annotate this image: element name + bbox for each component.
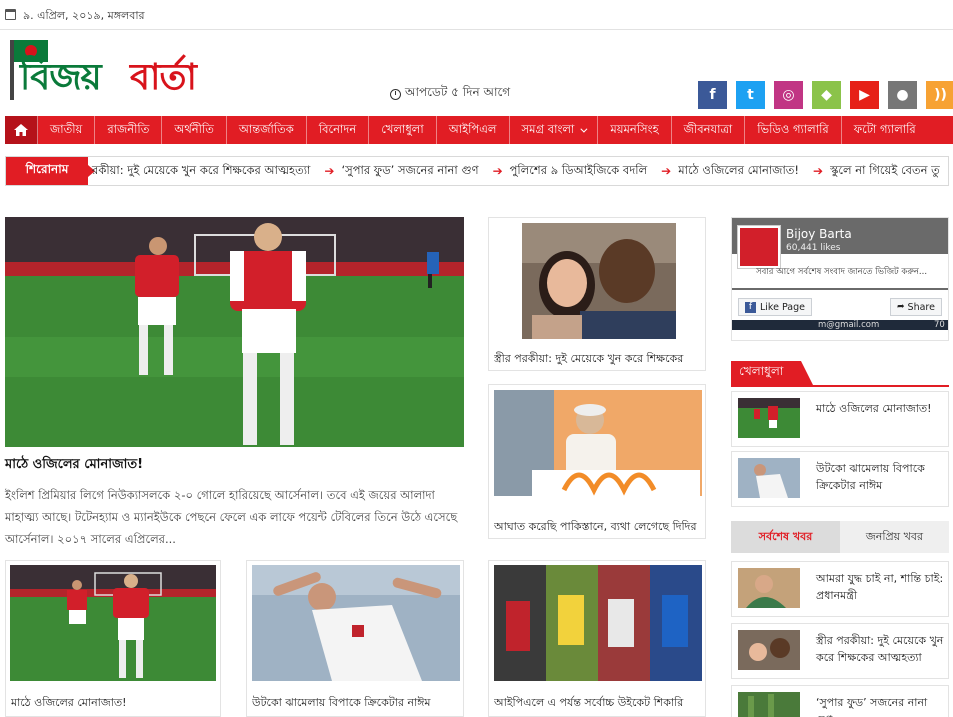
tab-popular[interactable]: জনপ্রিয় খবর xyxy=(840,521,949,553)
news-card[interactable]: উটকো ঝামেলায় বিপাকে ক্রিকেটার নাঈম xyxy=(246,560,464,717)
nav-item-sports[interactable]: খেলাধুলা xyxy=(369,116,437,144)
latest-list-item-title: আমরা যুদ্ধ চাই না, শান্তি চাই: প্রধানমন্… xyxy=(816,572,944,602)
social-links: f t ◎ ◆ ▶ ● )) xyxy=(698,81,953,109)
ticker-label: শিরোনাম xyxy=(6,157,95,185)
facebook-tagline: সবার আগে সর্বশেষ সংবাদ জানতে ভিজিট করুন.… xyxy=(756,267,928,277)
nav-item-lifestyle[interactable]: জীবনযাত্রা xyxy=(672,116,746,144)
nav-item-video-gallery[interactable]: ভিডিও গ্যালারি xyxy=(745,116,842,144)
sports-list-item-title: উটকো ঝামেলায় বিপাকে ক্রিকেটার নাঈম xyxy=(816,462,925,492)
sports-section-header: খেলাধুলা xyxy=(731,361,949,387)
top-bar: ৯. এপ্রিল, ২০১৯, মঙ্গলবার xyxy=(0,0,953,30)
news-card[interactable]: স্ত্রীর পরকীয়া: দুই মেয়েকে খুন করে শিক… xyxy=(488,217,706,371)
latest-list-item-title: স্ত্রীর পরকীয়া: দুই মেয়েকে খুন করে শিক… xyxy=(816,634,944,664)
cricketer-photo xyxy=(252,565,460,681)
arrow-right-icon: ➔ xyxy=(492,164,503,178)
latest-list-item[interactable]: স্ত্রীর পরকীয়া: দুই মেয়েকে খুন করে শিক… xyxy=(731,623,949,679)
news-thumbnail xyxy=(738,568,800,608)
ticker-item[interactable]: ‘সুপার ফুড’ সজনের নানা গুণ xyxy=(341,162,478,181)
facebook-share-label: Share xyxy=(907,301,935,313)
news-card[interactable]: আইপিএলে এ পর্যন্ত সর্বোচ্চ উইকেট শিকারি xyxy=(488,560,706,717)
nav-item-mymensingh[interactable]: ময়মনসিংহ xyxy=(598,116,672,144)
news-tabs: সর্বশেষ খবর জনপ্রিয় খবর xyxy=(731,521,949,553)
news-thumbnail xyxy=(738,692,800,717)
facebook-page-avatar xyxy=(738,226,780,268)
nav-item-whole-bangla[interactable]: সমগ্র বাংলা xyxy=(510,116,599,144)
arrow-right-icon: ➔ xyxy=(813,164,824,178)
couple-photo xyxy=(522,223,676,339)
facebook-likes: 60,441 likes xyxy=(786,243,841,253)
facebook-email-fragment: m@gmail.com xyxy=(818,320,880,330)
last-updated: আপডেট ৫ দিন আগে xyxy=(390,84,510,104)
ticker-item[interactable]: পুলিশের ৯ ডিআইজিকে বদলি xyxy=(510,162,648,181)
ipl-bowlers-photo xyxy=(494,565,702,681)
main-nav: জাতীয় রাজনীতি অর্থনীতি আন্তর্জাতিক বিনো… xyxy=(5,116,953,144)
nav-item-economy[interactable]: অর্থনীতি xyxy=(162,116,227,144)
feature-title[interactable]: মাঠে ওজিলের মোনাজাত! xyxy=(5,455,143,476)
twitter-icon[interactable]: t xyxy=(736,81,765,109)
nav-item-politics[interactable]: রাজনীতি xyxy=(95,116,163,144)
nav-item-photo-gallery[interactable]: ফটো গ্যালারি xyxy=(842,116,928,144)
facebook-share-button[interactable]: ➦ Share xyxy=(890,298,942,316)
home-icon xyxy=(14,124,28,136)
latest-list-item[interactable]: আমরা যুদ্ধ চাই না, শান্তি চাই: প্রধানমন্… xyxy=(731,561,949,617)
nav-item-national[interactable]: জাতীয় xyxy=(38,116,96,144)
instagram-icon[interactable]: ◎ xyxy=(774,81,803,109)
share-icon: ➦ xyxy=(897,302,905,312)
last-updated-text: আপডেট ৫ দিন আগে xyxy=(405,85,511,99)
news-thumbnail xyxy=(738,458,800,498)
facebook-icon[interactable]: f xyxy=(698,81,727,109)
facebook-corner-number: 70 xyxy=(934,320,945,330)
arrow-right-icon: ➔ xyxy=(324,164,335,178)
news-card[interactable]: আঘাত করেছি পাকিস্তানে, ব্যথা লেগেছে দিদি… xyxy=(488,384,706,539)
rss-icon[interactable]: )) xyxy=(926,81,953,109)
android-icon[interactable]: ◆ xyxy=(812,81,841,109)
news-card-caption: স্ত্রীর পরকীয়া: দুই মেয়েকে খুন করে শিক… xyxy=(494,352,684,365)
latest-list-item[interactable]: ‘সুপার ফুড’ সজনের নানা গুণ xyxy=(731,685,949,717)
facebook-icon: f xyxy=(745,301,756,313)
ticker-item[interactable]: রকীয়া: দুই মেয়েকে খুন করে শিক্ষকের আত্… xyxy=(92,162,310,181)
facebook-page-widget[interactable]: Bijoy Barta 60,441 likes সবার আগে সর্বশে… xyxy=(731,217,949,341)
logo-word-bijoy: বিজয় xyxy=(20,57,102,98)
news-card[interactable]: মাঠে ওজিলের মোনাজাত! xyxy=(5,560,221,717)
feature-image[interactable] xyxy=(5,217,464,447)
feature-excerpt: ইংলিশ প্রিমিয়ার লিগে নিউক্যাসলকে ২-০ গো… xyxy=(5,488,458,546)
arrow-right-icon: ➔ xyxy=(661,164,672,178)
nav-home[interactable] xyxy=(5,116,38,144)
nav-item-whole-bangla-label: সমগ্র বাংলা xyxy=(521,121,575,136)
site-logo[interactable]: বিজয় বার্তা xyxy=(6,36,226,104)
facebook-like-page-button[interactable]: f Like Page xyxy=(738,298,812,316)
nav-item-international[interactable]: আন্তর্জাতিক xyxy=(227,116,307,144)
ozil-photo xyxy=(10,565,216,681)
nav-item-ipl[interactable]: আইপিএল xyxy=(437,116,510,144)
ticker-items: রকীয়া: দুই মেয়েকে খুন করে শিক্ষকের আত্… xyxy=(92,157,948,185)
nav-item-entertainment[interactable]: বিনোদন xyxy=(307,116,370,144)
facebook-page-name[interactable]: Bijoy Barta xyxy=(786,227,852,241)
headline-ticker: শিরোনাম রকীয়া: দুই মেয়েকে খুন করে শিক্… xyxy=(5,156,949,186)
tab-latest[interactable]: সর্বশেষ খবর xyxy=(731,521,840,553)
facebook-like-page-label: Like Page xyxy=(760,301,805,313)
youtube-icon[interactable]: ▶ xyxy=(850,81,879,109)
latest-list-item-title: ‘সুপার ফুড’ সজনের নানা গুণ xyxy=(816,696,928,717)
news-thumbnail xyxy=(738,630,800,670)
apple-icon[interactable]: ● xyxy=(888,81,917,109)
logo-word-barta: বার্তা xyxy=(130,57,197,98)
news-card-caption: আঘাত করেছি পাকিস্তানে, ব্যথা লেগেছে দিদি… xyxy=(494,520,697,533)
current-date: ৯. এপ্রিল, ২০১৯, মঙ্গলবার xyxy=(23,9,145,22)
sports-list-item-title: মাঠে ওজিলের মোনাজাত! xyxy=(816,402,932,415)
news-thumbnail xyxy=(738,398,800,438)
speech-photo xyxy=(494,390,702,496)
football-pitch-photo xyxy=(5,217,464,447)
calendar-icon xyxy=(5,9,16,20)
sports-list-item[interactable]: মাঠে ওজিলের মোনাজাত! xyxy=(731,391,949,447)
ticker-item[interactable]: মাঠে ওজিলের মোনাজাত! xyxy=(678,162,799,181)
news-card-caption: উটকো ঝামেলায় বিপাকে ক্রিকেটার নাঈম xyxy=(252,696,431,709)
sports-list-item[interactable]: উটকো ঝামেলায় বিপাকে ক্রিকেটার নাঈম xyxy=(731,451,949,507)
news-card-caption: মাঠে ওজিলের মোনাজাত! xyxy=(11,696,127,709)
news-card-caption: আইপিএলে এ পর্যন্ত সর্বোচ্চ উইকেট শিকারি xyxy=(494,696,684,709)
ticker-item[interactable]: স্কুলে না গিয়েই বেতন তু xyxy=(830,162,940,181)
chevron-down-icon xyxy=(580,125,588,133)
clock-icon xyxy=(390,88,401,100)
sports-section-title[interactable]: খেলাধুলা xyxy=(731,361,814,385)
